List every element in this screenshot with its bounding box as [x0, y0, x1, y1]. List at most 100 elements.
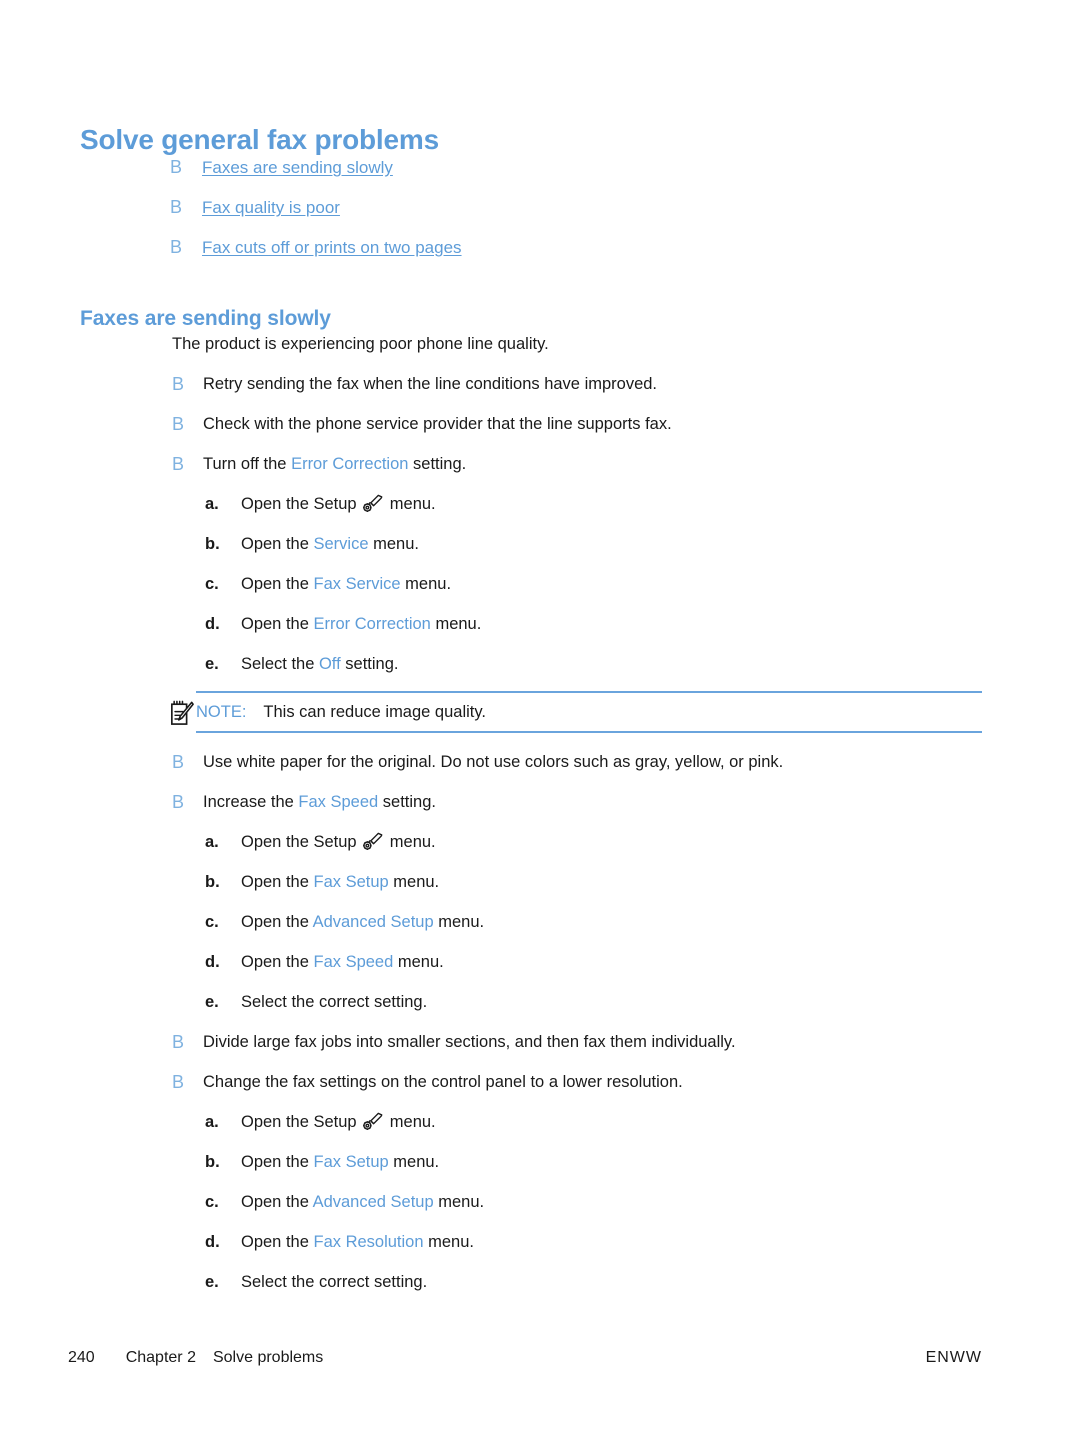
- step-item: a. Open the Setup menu.: [205, 493, 1080, 533]
- step-marker: b.: [205, 873, 220, 891]
- step-item: e. Select the correct setting.: [205, 1271, 1080, 1311]
- section-link[interactable]: Faxes are sending slowly: [202, 157, 393, 179]
- text-run: Check with the phone service provider th…: [203, 415, 672, 433]
- text-run: Open the Setup: [241, 833, 362, 851]
- text-run: Open the: [241, 575, 314, 593]
- setup-wrench-gear-icon: [363, 832, 383, 850]
- step-item: a. Open the Setup menu.: [205, 831, 1080, 871]
- step-marker: a.: [205, 1113, 219, 1131]
- text-run: Open the Setup: [241, 495, 362, 513]
- step-item: c. Open the Advanced Setup menu.: [205, 1191, 1080, 1231]
- bullet-item-divide-large-jobs: B Divide large fax jobs into smaller sect…: [172, 1031, 1080, 1071]
- bullet-marker: B: [172, 752, 185, 772]
- text-run: Divide large fax jobs into smaller secti…: [203, 1033, 736, 1051]
- bullet-marker: B: [170, 197, 183, 217]
- bullet-marker: B: [172, 414, 185, 434]
- ui-term: Error Correction: [313, 615, 431, 633]
- footer-left-group: 240 Chapter 2 Solve problems: [68, 1347, 323, 1369]
- text-run: Select the correct setting.: [241, 1273, 428, 1291]
- text-run: Select the: [241, 655, 319, 673]
- bullet-item-check-provider: B Check with the phone service provider t…: [172, 413, 1080, 453]
- ui-term: Fax Setup: [313, 873, 389, 891]
- step-item: b. Open the Fax Setup menu.: [205, 1151, 1080, 1191]
- ui-term: Advanced Setup: [312, 913, 434, 931]
- step-marker: e.: [205, 993, 219, 1011]
- step-item: b. Open the Fax Setup menu.: [205, 871, 1080, 911]
- bullet-marker: B: [170, 237, 183, 257]
- text-run: menu.: [368, 535, 419, 553]
- section-link-list: B Faxes are sending slowly B Fax quality is…: [170, 156, 870, 276]
- text-run: setting.: [408, 455, 467, 473]
- section-link-row: B Fax quality is poor: [170, 196, 870, 236]
- ui-term: Advanced Setup: [312, 1193, 434, 1211]
- step-item: d. Open the Fax Speed menu.: [205, 951, 1080, 991]
- note-admonition: NOTE: This can reduce image quality.: [171, 691, 982, 751]
- step-marker: c.: [205, 913, 219, 931]
- section-link-row: B Fax cuts off or prints on two pages: [170, 236, 870, 276]
- step-marker: a.: [205, 833, 219, 851]
- text-run: Open the: [241, 873, 314, 891]
- text-run: setting.: [340, 655, 399, 673]
- text-run: Open the Setup: [241, 1113, 362, 1131]
- text-run: menu.: [388, 1153, 440, 1171]
- step-marker: e.: [205, 1273, 219, 1291]
- ui-term: Fax Setup: [313, 1153, 389, 1171]
- step-item: d. Open the Error Correction menu.: [205, 613, 1080, 653]
- document-page: Solve general fax problems B Faxes are se…: [0, 0, 1080, 1437]
- step-marker: d.: [205, 615, 220, 633]
- text-run: setting.: [378, 793, 436, 811]
- text-run: Retry sending the fax when the line cond…: [203, 375, 658, 393]
- step-marker: b.: [205, 1153, 220, 1171]
- step-item: b. Open the Service menu.: [205, 533, 1080, 573]
- step-marker: c.: [205, 1193, 219, 1211]
- step-item: a. Open the Setup menu.: [205, 1111, 1080, 1151]
- section-intro-paragraph: The product is experiencing poor phone l…: [172, 335, 549, 353]
- text-run: Open the: [241, 953, 314, 971]
- step-item: d. Open the Fax Resolution menu.: [205, 1231, 1080, 1271]
- text-run: Open the: [241, 535, 314, 553]
- text-run: menu.: [433, 913, 485, 931]
- setup-wrench-gear-icon: [363, 494, 383, 512]
- ui-term: Fax Speed: [298, 793, 379, 811]
- note-text: This can reduce image quality.: [263, 703, 486, 721]
- ui-term: Off: [318, 655, 341, 673]
- step-marker: d.: [205, 1233, 220, 1251]
- ui-term: Fax Speed: [313, 953, 394, 971]
- note-clipboard-pencil-icon: [171, 700, 194, 725]
- text-run: Open the: [241, 1233, 314, 1251]
- footer-locale: ENWW: [925, 1349, 982, 1366]
- ui-term: Service: [313, 535, 369, 553]
- ui-term: Fax Service: [313, 575, 401, 593]
- text-run: menu.: [433, 1193, 485, 1211]
- step-item: e. Select the Off setting.: [205, 653, 1080, 693]
- section-link-row: B Faxes are sending slowly: [170, 156, 870, 196]
- bullet-marker: B: [172, 454, 185, 474]
- bullet-item-use-white-paper: B Use white paper for the original. Do no…: [172, 751, 1080, 791]
- text-run: menu.: [385, 833, 436, 851]
- step-item: c. Open the Fax Service menu.: [205, 573, 1080, 613]
- bullet-marker: B: [172, 1032, 185, 1052]
- page-footer: 240 Chapter 2 Solve problems ENWW: [0, 1347, 1080, 1373]
- text-run: Open the: [241, 1153, 314, 1171]
- page-title: Solve general fax problems: [80, 123, 439, 155]
- bullet-item-increase-fax-speed: B Increase the Fax Speed setting.: [172, 791, 1080, 831]
- bullet-marker: B: [172, 1072, 185, 1092]
- text-run: Open the: [241, 615, 314, 633]
- bullet-item-retry-sending: B Retry sending the fax when the line con…: [172, 373, 1080, 413]
- text-run: Open the: [241, 913, 313, 931]
- text-run: Turn off the: [203, 455, 292, 473]
- bullet-item-lower-resolution: B Change the fax settings on the control …: [172, 1071, 1080, 1111]
- text-run: menu.: [423, 1233, 474, 1251]
- text-run: menu.: [385, 1113, 436, 1131]
- section-link[interactable]: Fax cuts off or prints on two pages: [202, 237, 462, 259]
- note-label: NOTE:: [196, 703, 247, 721]
- section-link[interactable]: Fax quality is poor: [202, 197, 340, 219]
- footer-chapter-title: Solve problems: [212, 1349, 324, 1366]
- text-run: Open the: [241, 1193, 313, 1211]
- text-run: Increase the: [203, 793, 299, 811]
- bullet-item-turn-off-error-correction: B Turn off the Error Correction setting.: [172, 453, 1080, 493]
- text-run: menu.: [400, 575, 452, 593]
- step-item: e. Select the correct setting.: [205, 991, 1080, 1031]
- footer-chapter-number: Chapter 2: [125, 1349, 196, 1366]
- step-marker: d.: [205, 953, 220, 971]
